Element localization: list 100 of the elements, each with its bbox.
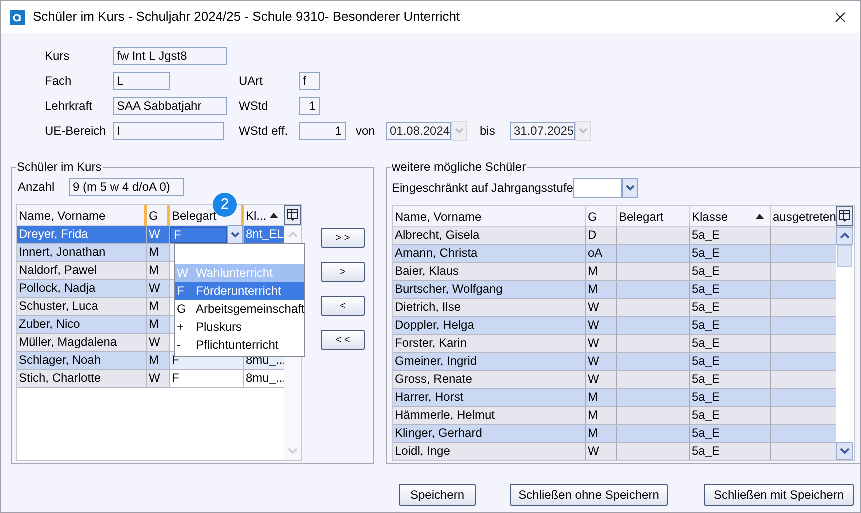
table-cell[interactable]: Schlager, Noah (17, 352, 147, 369)
table-cell: Doppler, Helga (393, 317, 586, 334)
table-cell: F (170, 370, 244, 387)
table-row[interactable]: Albrecht, Gisela D 5a_E (393, 227, 836, 245)
table-cell: W (586, 371, 617, 388)
table-cell: 5a_E (690, 407, 771, 424)
action-button[interactable]: Speichern (399, 484, 476, 506)
table-row[interactable]: Gmeiner, Ingrid W 5a_E (393, 353, 836, 371)
dropdown-option[interactable]: F Förderunterricht (175, 282, 304, 300)
table-settings-icon (287, 209, 298, 221)
scroll-arrow-button[interactable] (836, 442, 853, 460)
column-header[interactable]: Kl... (244, 205, 284, 226)
table-cell: M (586, 281, 617, 298)
table-cell: W (147, 280, 170, 297)
table-cell: Gross, Renate (393, 371, 586, 388)
table-row[interactable]: Harrer, Horst M 5a_E (393, 389, 836, 407)
table-cell: 5a_E (690, 371, 771, 388)
field-label: WStd eff. (239, 123, 290, 140)
table-cell: 5a_E (690, 443, 771, 460)
table-row[interactable]: Gross, Renate W 5a_E (393, 371, 836, 389)
table-cell[interactable]: Müller, Magdalena (17, 334, 147, 351)
chevron-icon (230, 232, 240, 238)
field-label: WStd (239, 98, 270, 115)
transfer-button[interactable]: < < (321, 330, 365, 350)
table-cell: 5a_E (690, 335, 771, 352)
input-field[interactable]: SAA Sabbatjahr (113, 97, 227, 115)
table-cell[interactable]: Naldorf, Pawel (17, 262, 147, 279)
chevron-icon (578, 128, 588, 134)
table-cell: Gmeiner, Ingrid (393, 353, 586, 370)
table-cell[interactable]: Zuber, Nico (17, 316, 147, 333)
group-title: Schüler im Kurs (16, 160, 103, 174)
field-label: Anzahl (18, 179, 56, 196)
table-row[interactable]: Loidl, Inge W 5a_E (393, 443, 836, 460)
table-settings-icon (839, 210, 850, 222)
table-row[interactable]: Forster, Karin W 5a_E (393, 335, 836, 353)
table-cell: W (586, 317, 617, 334)
table-cell: 5a_E (690, 299, 771, 316)
input-field[interactable]: 1 (299, 122, 346, 140)
table-cell: W (147, 370, 170, 387)
action-button[interactable]: Schließen ohne Speichern (510, 484, 668, 506)
table-cell: W (586, 335, 617, 352)
dropdown-button[interactable] (622, 178, 638, 198)
table-row[interactable]: Hämmerle, Helmut M 5a_E (393, 407, 836, 425)
table-cell[interactable]: Innert, Jonathan (17, 244, 147, 261)
input-field[interactable]: 1 (299, 97, 320, 115)
chevron-icon (626, 185, 634, 191)
table-cell: 8nt_EL (244, 226, 284, 243)
table-cell: 5a_E (690, 263, 771, 280)
table-cell: M (586, 263, 617, 280)
table-cell: M (586, 407, 617, 424)
dropdown-field[interactable] (573, 178, 622, 198)
input-field[interactable]: L (113, 72, 170, 90)
input-field[interactable]: fw Int L Jgst8 (113, 47, 227, 65)
table-row[interactable]: Amann, Christa oA 5a_E (393, 245, 836, 263)
scroll-thumb[interactable] (837, 245, 852, 267)
field-label: Eingeschränkt auf Jahrgangsstufe (392, 180, 573, 197)
table-cell[interactable]: Schuster, Luca (17, 298, 147, 315)
transfer-button[interactable]: > > (321, 228, 365, 248)
table-cell: 5a_E (690, 281, 771, 298)
close-icon[interactable] (835, 12, 846, 22)
table-cell: W (586, 299, 617, 316)
table-cell: Harrer, Horst (393, 389, 586, 406)
transfer-button[interactable]: > (321, 262, 365, 282)
table-cell: 5a_E (690, 389, 771, 406)
table-cell: M (147, 298, 170, 315)
table-row[interactable]: Klinger, Gerhard M 5a_E (393, 425, 836, 443)
action-button[interactable]: Schließen mit Speichern (704, 484, 854, 506)
table-row[interactable]: Burtscher, Wolfgang M 5a_E (393, 281, 836, 299)
table-cell: M (147, 352, 170, 369)
table-row[interactable]: Baier, Klaus M 5a_E (393, 263, 836, 281)
input-field[interactable]: f (299, 72, 320, 90)
table-cell: W (586, 443, 617, 460)
scroll-arrow-button[interactable] (836, 227, 853, 245)
table-cell: Hämmerle, Helmut (393, 407, 586, 424)
transfer-button[interactable]: < (321, 296, 365, 316)
column-chooser-button[interactable] (836, 206, 853, 226)
table-row[interactable]: Doppler, Helga W 5a_E (393, 317, 836, 335)
table-row[interactable]: Dietrich, Ilse W 5a_E (393, 299, 836, 317)
table-cell: Baier, Klaus (393, 263, 586, 280)
table-cell: Klinger, Gerhard (393, 425, 586, 442)
dropdown-button[interactable] (227, 224, 243, 244)
column-chooser-button[interactable] (284, 205, 301, 225)
table-cell: D (586, 227, 617, 244)
table-cell: Albrecht, Gisela (393, 227, 586, 244)
table-cell: M (147, 244, 170, 261)
table-cell: Amann, Christa (393, 245, 586, 262)
dropdown-field[interactable]: F (170, 226, 227, 242)
table-cell: Burtscher, Wolfgang (393, 281, 586, 298)
input-field[interactable]: 9 (m 5 w 4 d/oA 0) (69, 178, 184, 196)
chevron-icon (454, 128, 464, 134)
table-cell: M (586, 425, 617, 442)
table-cell[interactable]: Stich, Charlotte (17, 370, 147, 387)
table-cell: W (147, 334, 170, 351)
window-title: Schüler im Kurs - Schuljahr 2024/25 - Schule 9310- Besonderer Unterricht (33, 8, 460, 26)
table-cell[interactable]: Dreyer, Frida (17, 226, 147, 243)
table-cell[interactable]: Pollock, Nadja (17, 280, 147, 297)
table-cell: M (147, 316, 170, 333)
input-field[interactable]: I (113, 122, 224, 140)
table-cell: oA (586, 245, 617, 262)
column-header[interactable]: ausgetreten (771, 206, 836, 227)
